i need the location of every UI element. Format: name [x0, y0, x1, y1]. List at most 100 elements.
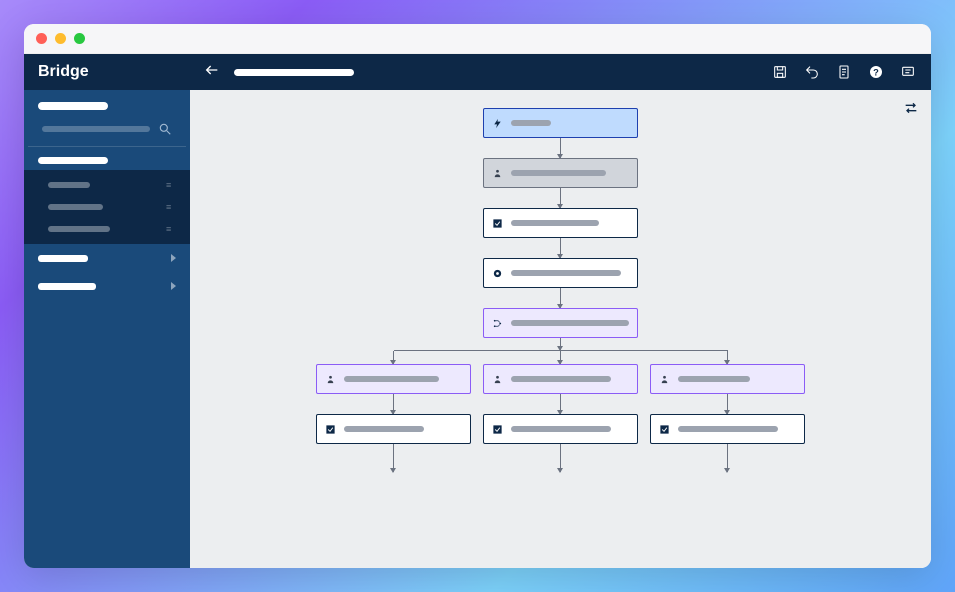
flow-diagram — [190, 108, 931, 472]
main-panel: ? — [190, 54, 931, 568]
node-label — [678, 376, 750, 382]
brand-title: Bridge — [24, 54, 190, 90]
sidebar-tree-item[interactable]: ≡ — [24, 196, 190, 218]
node-label — [344, 426, 424, 432]
save-button[interactable] — [771, 63, 789, 81]
sidebar-tree-label — [38, 157, 108, 164]
sidebar-item-label — [38, 283, 96, 290]
svg-text:?: ? — [873, 67, 879, 77]
node-label — [511, 320, 629, 326]
branch-column — [483, 351, 638, 472]
sidebar-item-label — [48, 182, 90, 188]
node-label — [678, 426, 778, 432]
connector — [560, 338, 561, 350]
flow-node-branch[interactable] — [483, 308, 638, 338]
node-label — [511, 426, 611, 432]
browser-window: Bridge ≡ ≡ — [24, 24, 931, 568]
sidebar: Bridge ≡ ≡ — [24, 54, 190, 568]
connector — [560, 444, 561, 472]
check-box-icon — [325, 424, 336, 435]
sidebar-search[interactable] — [28, 118, 186, 147]
topbar: ? — [190, 54, 931, 90]
node-label — [344, 376, 439, 382]
check-box-icon — [492, 424, 503, 435]
connector — [727, 352, 728, 364]
flow-node-task[interactable] — [316, 414, 471, 444]
connector — [560, 352, 561, 364]
sidebar-item-label — [38, 255, 88, 262]
person-icon — [492, 168, 503, 179]
sidebar-collapsed-group[interactable] — [24, 272, 190, 300]
node-label — [511, 376, 611, 382]
chevron-right-icon — [171, 282, 176, 290]
sidebar-section-label — [38, 102, 108, 110]
page-title — [234, 69, 354, 76]
document-icon — [836, 64, 852, 80]
search-icon — [158, 122, 172, 136]
docs-button[interactable] — [835, 63, 853, 81]
connector — [393, 444, 394, 472]
node-label — [511, 170, 606, 176]
flow-canvas[interactable] — [190, 90, 931, 568]
node-label — [511, 120, 551, 126]
drag-handle-icon[interactable]: ≡ — [166, 183, 176, 187]
connector — [393, 394, 394, 414]
sidebar-item-label — [48, 226, 110, 232]
back-button[interactable] — [204, 62, 220, 83]
check-box-icon — [492, 218, 503, 229]
drag-handle-icon[interactable]: ≡ — [166, 227, 176, 231]
connector — [727, 444, 728, 472]
flow-node-record[interactable] — [483, 258, 638, 288]
sidebar-tree-item[interactable]: ≡ — [24, 218, 190, 240]
save-icon — [772, 64, 788, 80]
branch-column — [316, 351, 471, 472]
node-label — [511, 220, 599, 226]
flow-node-condition[interactable] — [650, 364, 805, 394]
chevron-right-icon — [171, 254, 176, 262]
connector — [560, 394, 561, 414]
connector — [560, 188, 561, 208]
app-root: Bridge ≡ ≡ — [24, 54, 931, 568]
undo-icon — [804, 64, 820, 80]
sidebar-collapsed-group[interactable] — [24, 244, 190, 272]
flow-node-trigger[interactable] — [483, 108, 638, 138]
person-icon — [492, 374, 503, 385]
flow-node-task[interactable] — [483, 414, 638, 444]
connector — [560, 138, 561, 158]
sidebar-section-heading — [24, 90, 190, 118]
window-zoom-dot[interactable] — [74, 33, 85, 44]
sidebar-item-label — [48, 204, 103, 210]
branch-row — [316, 351, 805, 472]
sidebar-tree-heading — [24, 147, 190, 170]
person-icon — [659, 374, 670, 385]
search-input[interactable] — [42, 126, 150, 132]
arrow-left-icon — [204, 62, 220, 78]
undo-button[interactable] — [803, 63, 821, 81]
record-icon — [492, 268, 503, 279]
flow-node-task[interactable] — [483, 208, 638, 238]
sidebar-tree-item[interactable]: ≡ — [24, 174, 190, 196]
check-box-icon — [659, 424, 670, 435]
help-icon: ? — [868, 64, 884, 80]
connector — [727, 394, 728, 414]
drag-handle-icon[interactable]: ≡ — [166, 205, 176, 209]
connector — [560, 288, 561, 308]
person-icon — [325, 374, 336, 385]
help-button[interactable]: ? — [867, 63, 885, 81]
comment-icon — [900, 64, 916, 80]
window-titlebar — [24, 24, 931, 54]
branch-column — [650, 351, 805, 472]
window-close-dot[interactable] — [36, 33, 47, 44]
branch-icon — [492, 318, 503, 329]
notes-button[interactable] — [899, 63, 917, 81]
connector — [560, 238, 561, 258]
flow-node-condition[interactable] — [483, 364, 638, 394]
sidebar-tree: ≡ ≡ ≡ — [24, 170, 190, 244]
node-label — [511, 270, 621, 276]
flow-node-actor[interactable] — [483, 158, 638, 188]
connector — [393, 352, 394, 364]
flow-node-task[interactable] — [650, 414, 805, 444]
bolt-icon — [492, 118, 503, 129]
flow-node-condition[interactable] — [316, 364, 471, 394]
window-minimize-dot[interactable] — [55, 33, 66, 44]
